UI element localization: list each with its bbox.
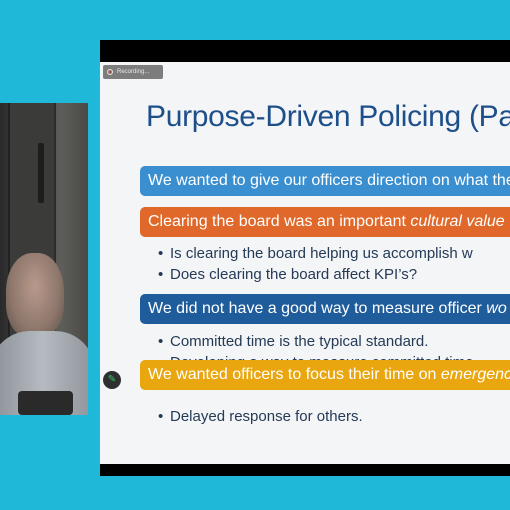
recording-label: Recording... <box>117 69 150 75</box>
bar-text: We wanted officers to focus their time o… <box>148 366 441 383</box>
bar-text: We did not have a good way to measure of… <box>148 300 487 317</box>
bullet-text: Delayed response for others. <box>170 408 363 425</box>
bullet-text: Committed time is the typical standard. <box>170 333 429 350</box>
bar-italic-text: wo <box>486 300 507 317</box>
bullet-text: Is clearing the board helping us accompl… <box>170 245 473 262</box>
slide-bar-focus-time: We wanted officers to focus their time o… <box>140 360 510 390</box>
slide-bar-direction: We wanted to give our officers direction… <box>140 166 510 196</box>
record-icon <box>107 69 113 75</box>
slide-bar-measure-officer: We did not have a good way to measure of… <box>140 294 510 324</box>
presenter-head <box>6 253 64 338</box>
bullet-item: • Committed time is the typical standard. <box>158 333 429 350</box>
shared-screen: Purpose-Driven Policing (Pa We wanted to… <box>100 40 510 476</box>
pen-icon[interactable]: ✎ <box>103 371 121 389</box>
bar-text: We wanted to give our officers direction… <box>148 172 510 189</box>
recording-indicator[interactable]: Recording... <box>103 65 163 79</box>
slide-bar-clearing-board: Clearing the board was an important cult… <box>140 207 510 237</box>
bar-italic-text: emergenc <box>440 366 510 383</box>
bullet-item: • Delayed response for others. <box>158 408 363 425</box>
presentation-slide: Purpose-Driven Policing (Pa We wanted to… <box>100 62 510 464</box>
bar-italic-text: cultural value <box>410 213 505 230</box>
slide-title: Purpose-Driven Policing (Pa <box>146 100 510 133</box>
bullet-item: • Is clearing the board helping us accomp… <box>158 245 473 262</box>
presenter-video <box>0 103 88 415</box>
bullet-text: Does clearing the board affect KPI’s? <box>170 266 418 283</box>
share-bottom-bar <box>100 464 510 476</box>
bullet-item: • Does clearing the board affect KPI’s? <box>158 266 418 283</box>
bar-text: Clearing the board was an important <box>148 213 411 230</box>
presenter-microphone <box>18 391 73 415</box>
